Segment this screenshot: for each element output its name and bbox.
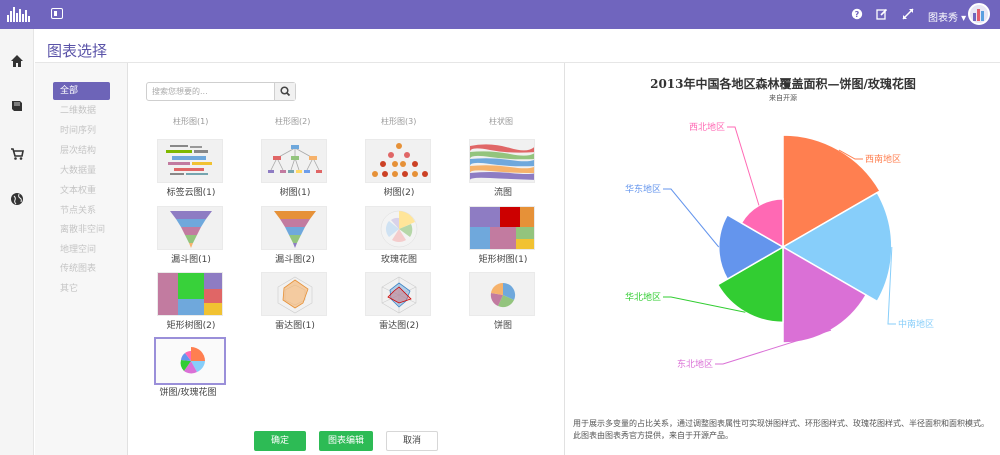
tile-label: 雷达图(2) — [379, 321, 419, 331]
avatar-image — [970, 5, 988, 23]
slice-label: 西南地区 — [865, 153, 901, 165]
search-button[interactable] — [274, 83, 295, 100]
slice-label: 中南地区 — [898, 318, 934, 330]
tile-label: 标签云图(1) — [166, 188, 216, 198]
logo-icon[interactable] — [6, 5, 32, 23]
search-box — [146, 82, 296, 101]
category-item[interactable]: 二维数据 — [53, 102, 110, 120]
chart-description: 用于展示多变量的占比关系，通过调整图表属性可实现饼图样式、环形图样式、玫瑰花图样… — [573, 419, 989, 440]
tile-label: 矩形树图(2) — [166, 321, 216, 331]
user-menu[interactable]: 图表秀 ▾ — [928, 9, 966, 24]
slice-label: 东北地区 — [677, 358, 713, 370]
tag-cloud-thumbnail — [157, 139, 223, 183]
menu-toggle-icon[interactable] — [51, 8, 63, 19]
chart-title: 2013年中国各地区森林覆盖面积—饼图/玫瑰花图 — [650, 77, 916, 91]
radar-1-thumbnail — [261, 272, 327, 316]
expand-icon[interactable] — [902, 8, 914, 20]
tile-label: 柱形图(2) — [275, 117, 311, 126]
category-item[interactable]: 地理空间 — [53, 241, 110, 259]
top-bar: ? 图表秀 ▾ — [0, 0, 1000, 29]
category-panel: 全部 二维数据 时间序列 层次结构 大数据量 文本权重 节点关系 离散非空间 地… — [35, 63, 128, 455]
tree-1-thumbnail — [261, 139, 327, 183]
avatar[interactable] — [968, 3, 990, 25]
chart-tile-treemap-2[interactable]: 矩形树图(2) — [145, 272, 225, 331]
chart-tile-funnel-1[interactable]: 漏斗图(1) — [145, 206, 225, 265]
tile-label: 雷达图(1) — [275, 321, 315, 331]
chart-preview: 西南地区中南地区东北地区 华北地区 华东地区 西北地区 2013年中国各地区森林覆盖面… — [564, 63, 1000, 455]
chart-gallery: 柱形图(1) 柱形图(2) 柱形图(3) 柱状图 标签云图(1) 树图(1) 树… — [129, 108, 563, 422]
chart-tile-treemap-1[interactable]: 矩形树图(1) — [457, 206, 537, 265]
slice-label: 华北地区 — [625, 291, 661, 303]
stream-thumbnail — [469, 139, 535, 183]
treemap-1-thumbnail — [469, 206, 535, 250]
category-all[interactable]: 全部 — [53, 82, 110, 100]
category-item[interactable]: 层次结构 — [53, 142, 110, 160]
svg-text:?: ? — [855, 10, 860, 19]
radar-2-thumbnail — [365, 272, 431, 316]
category-item[interactable]: 大数据量 — [53, 162, 110, 180]
tile-label: 流图 — [493, 188, 512, 198]
tile-label: 柱状图 — [489, 117, 513, 126]
chart-tile-radar-2[interactable]: 雷达图(2) — [353, 272, 433, 331]
tree-2-thumbnail — [365, 139, 431, 183]
chart-tile-pie[interactable]: 饼图 — [457, 272, 537, 331]
tile-label: 饼图/玫瑰花图 — [159, 388, 217, 398]
icon-sidebar — [0, 29, 34, 455]
slice-label: 西北地区 — [689, 121, 725, 133]
globe-icon[interactable] — [10, 192, 24, 206]
slice-leader-line — [663, 188, 720, 248]
chart-subtitle: 来自开源 — [769, 94, 797, 102]
rose-thumbnail — [365, 206, 431, 250]
chart-tile-radar-1[interactable]: 雷达图(1) — [249, 272, 329, 331]
tile-label: 柱形图(1) — [173, 117, 209, 126]
category-item[interactable]: 离散非空间 — [53, 221, 110, 239]
search-icon — [280, 86, 291, 97]
category-item[interactable]: 传统图表 — [53, 260, 110, 278]
page-title: 图表选择 — [47, 42, 108, 60]
chart-tile-pie-rose[interactable]: 饼图/玫瑰花图 — [142, 337, 226, 398]
pie-chart: 西南地区中南地区东北地区 华北地区 华东地区 西北地区 — [625, 121, 934, 370]
tile-label: 矩形树图(1) — [478, 255, 528, 265]
scrolled-row-labels: 柱形图(1) 柱形图(2) 柱形图(3) 柱状图 — [129, 108, 563, 128]
pie-thumbnail — [469, 272, 535, 316]
chart-tile-tag-cloud[interactable]: 标签云图(1) — [145, 139, 225, 198]
treemap-2-thumbnail — [157, 272, 223, 316]
chart-tile-tree-2[interactable]: 树图(2) — [353, 139, 433, 198]
cancel-button[interactable]: 取消 — [386, 431, 438, 451]
category-item[interactable]: 时间序列 — [53, 122, 110, 140]
tile-label: 漏斗图(2) — [275, 255, 315, 265]
tile-label: 漏斗图(1) — [171, 255, 211, 265]
tile-label: 柱形图(3) — [381, 117, 417, 126]
tile-label: 树图(2) — [383, 188, 415, 198]
category-item[interactable]: 其它 — [53, 280, 110, 298]
slice-label: 华东地区 — [625, 183, 661, 195]
edit-icon[interactable] — [876, 8, 888, 20]
chart-tile-tree-1[interactable]: 树图(1) — [249, 139, 329, 198]
slice-leader-line — [715, 329, 832, 365]
home-icon[interactable] — [10, 54, 24, 68]
category-item[interactable]: 文本权重 — [53, 182, 110, 200]
funnel-1-thumbnail — [157, 206, 223, 250]
slice-leader-line — [727, 126, 760, 206]
chart-tile-rose[interactable]: 玫瑰花图 — [353, 206, 433, 265]
help-icon[interactable]: ? — [851, 8, 863, 20]
funnel-2-thumbnail — [261, 206, 327, 250]
tile-label: 饼图 — [493, 321, 512, 331]
tile-label: 树图(1) — [279, 188, 311, 198]
tile-label: 玫瑰花图 — [380, 255, 417, 265]
chart-tile-stream[interactable]: 流图 — [457, 139, 537, 198]
confirm-button[interactable]: 确定 — [254, 431, 306, 451]
pie-rose-thumbnail — [154, 337, 226, 385]
category-item[interactable]: 节点关系 — [53, 202, 110, 220]
cart-icon[interactable] — [10, 147, 24, 161]
book-icon[interactable] — [10, 99, 24, 113]
search-input[interactable] — [147, 83, 275, 100]
chart-tile-funnel-2[interactable]: 漏斗图(2) — [249, 206, 329, 265]
chart-edit-button[interactable]: 图表编辑 — [319, 431, 373, 451]
